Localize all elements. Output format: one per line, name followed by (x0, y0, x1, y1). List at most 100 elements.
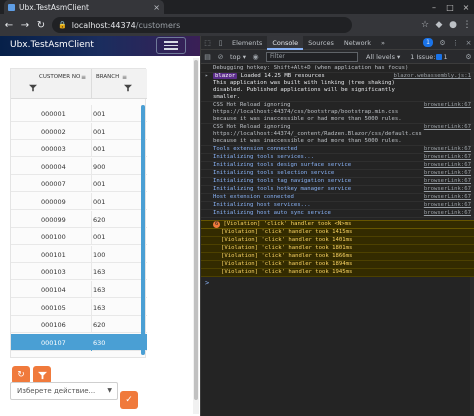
close-icon[interactable]: × (462, 36, 474, 50)
forward-icon[interactable]: → (18, 16, 32, 34)
source-link[interactable]: browserLink:67 (424, 124, 471, 131)
source-link[interactable]: browserLink:67 (424, 162, 471, 169)
inspect-icon[interactable]: ⬚ (201, 36, 214, 50)
console-message[interactable]: Initializing tools tag navigation servic… (201, 178, 474, 186)
column-header-customer-no[interactable]: CUSTOMER NO ≡ (11, 69, 91, 99)
console-message[interactable]: Initializing tools selection service brow… (201, 170, 474, 178)
lock-icon[interactable]: 🔒 (58, 21, 67, 29)
table-row[interactable]: 000009 001 (11, 193, 147, 210)
source-link[interactable]: browserLink:67 (424, 186, 471, 193)
console-warning[interactable]: [Violation] 'click' handler took 1945ms (201, 269, 474, 277)
console-message[interactable]: CSS Hot Reload ignoring https://localhos… (201, 124, 474, 146)
tab-elements[interactable]: Elements (227, 36, 267, 50)
console-message[interactable]: Host extension connected browserLink:67 (201, 194, 474, 202)
console-message[interactable]: CSS Hot Reload ignoring https://localhos… (201, 102, 474, 124)
reload-icon[interactable]: ↻ (34, 16, 48, 34)
table-row[interactable]: 000105 163 (11, 298, 147, 316)
cell-divider (91, 157, 92, 175)
back-icon[interactable]: ← (2, 16, 16, 34)
filter-icon[interactable] (124, 84, 132, 92)
context-select[interactable]: top ▾ (227, 53, 249, 61)
source-link[interactable]: browserLink:67 (424, 194, 471, 201)
console-warning[interactable]: [Violation] 'click' handler took 1801ms (201, 245, 474, 253)
grid-scrollbar-thumb[interactable] (141, 105, 145, 355)
menu-kebab-icon[interactable]: ⋮ (449, 36, 462, 50)
console-filter-input[interactable]: Filter (266, 51, 358, 62)
source-link[interactable]: blazor.webassembly.js:1 (394, 73, 471, 80)
table-row[interactable]: 000003 001 (11, 140, 147, 158)
source-link[interactable]: browserLink:67 (424, 102, 471, 109)
console-message[interactable]: Tools extension connected browserLink:67 (201, 146, 474, 154)
source-link[interactable]: browserLink:67 (424, 202, 471, 209)
console-message[interactable]: Initializing tools hotkey manager servic… (201, 186, 474, 194)
more-tabs-button[interactable]: » (376, 36, 390, 50)
console-message[interactable]: Initializing host auto sync service brows… (201, 210, 474, 218)
console-warning[interactable]: [Violation] 'click' handler took 1401ms (201, 237, 474, 245)
console-prompt[interactable]: > (205, 279, 209, 287)
expand-caret-icon[interactable]: ▸ (205, 73, 208, 80)
console-warning[interactable]: [Violation] 'click' handler took 1866ms (201, 253, 474, 261)
url-text: localhost:44374/customers (72, 21, 181, 30)
source-link[interactable]: browserLink:67 (424, 178, 471, 185)
warning-count-badge: 6 (213, 221, 221, 228)
table-row[interactable]: 000104 163 (11, 281, 147, 298)
console-message[interactable]: Initializing host services... browserLink… (201, 202, 474, 210)
tab-network[interactable]: Network (339, 36, 376, 50)
table-row[interactable]: 000103 163 (11, 263, 147, 281)
page-scrollbar[interactable] (193, 58, 199, 414)
console-message[interactable]: blazor Loaded 14.25 MB resources This ap… (201, 73, 474, 102)
table-row[interactable]: 000107 630 (11, 333, 147, 351)
close-tab-icon[interactable]: × (153, 3, 160, 12)
table-row[interactable]: 000106 620 (11, 316, 147, 334)
log-levels-select[interactable]: All levels ▾ (366, 53, 400, 61)
device-toggle-icon[interactable]: ▯ (214, 36, 227, 50)
table-row[interactable]: 000007 001 (11, 175, 147, 193)
sidebar-toggle-icon[interactable]: ▤ (201, 50, 214, 64)
console-warning[interactable]: [Violation] 'click' handler took 1415ms (201, 229, 474, 237)
table-row[interactable]: 000101 100 (11, 245, 147, 263)
tab-sources[interactable]: Sources (303, 36, 339, 50)
error-count-badge[interactable]: 1 (423, 38, 433, 47)
eye-icon[interactable]: ◉ (249, 50, 262, 64)
source-link[interactable]: browserLink:67 (424, 154, 471, 161)
sort-icon[interactable]: ≡ (81, 74, 86, 81)
address-bar[interactable]: 🔒 localhost:44374/customers (52, 17, 352, 33)
console-warning[interactable]: [Violation] 'click' handler took 1894ms (201, 261, 474, 269)
console-warning-group[interactable]: 6 [Violation] 'click' handler took <N>ms (201, 220, 474, 229)
browser-tab[interactable]: Ubx.TestAsmClient × (4, 0, 164, 14)
filter-icon[interactable] (29, 84, 37, 92)
tab-console[interactable]: Console (267, 36, 304, 50)
grid-scrollbar[interactable] (141, 105, 145, 355)
maximize-icon[interactable]: □ (442, 0, 458, 14)
close-window-icon[interactable]: × (458, 0, 474, 14)
sort-icon[interactable]: ≡ (122, 74, 127, 81)
menu-kebab-icon[interactable]: ⋮ (460, 17, 474, 33)
gear-icon[interactable]: ⚙ (436, 36, 449, 50)
table-row[interactable]: 000100 001 (11, 228, 147, 246)
profile-icon[interactable]: ● (446, 17, 460, 33)
action-select[interactable]: Изберете действие... ▼ (10, 382, 118, 400)
app-title[interactable]: Ubx.TestAsmClient (10, 40, 94, 50)
minimize-icon[interactable]: – (426, 0, 442, 14)
confirm-action-button[interactable]: ✓ (120, 391, 138, 409)
table-row[interactable]: 000004 900 (11, 157, 147, 175)
hamburger-menu-button[interactable] (156, 37, 186, 54)
console-message[interactable]: Initializing tools design surface servic… (201, 162, 474, 170)
column-header-branch[interactable]: BRANCH ≡ (91, 69, 139, 99)
issues-button[interactable]: 1 Issue: 1 (410, 53, 447, 61)
source-link[interactable]: browserLink:67 (424, 210, 471, 217)
console-message[interactable]: Debugging hotkey: Shift+Alt+D (when appl… (201, 65, 474, 73)
clear-console-icon[interactable]: ⊘ (214, 50, 227, 64)
page-scrollbar-thumb[interactable] (194, 60, 198, 400)
extension-icon[interactable]: ◆ (432, 17, 446, 33)
gear-icon[interactable]: ⚙ (462, 50, 474, 64)
console-message[interactable]: Initializing tools services... browserLin… (201, 154, 474, 162)
bookmark-star-icon[interactable]: ☆ (418, 17, 432, 33)
table-row[interactable]: 000001 001 (11, 105, 147, 122)
cell-customer-no: 000100 (41, 233, 66, 242)
source-link[interactable]: browserLink:67 (424, 146, 471, 153)
browser-toolbar: ← → ↻ 🔒 localhost:44374/customers ☆ ◆ ● … (0, 14, 474, 36)
table-row[interactable]: 000002 001 (11, 122, 147, 140)
table-row[interactable]: 000099 620 (11, 210, 147, 228)
source-link[interactable]: browserLink:67 (424, 170, 471, 177)
